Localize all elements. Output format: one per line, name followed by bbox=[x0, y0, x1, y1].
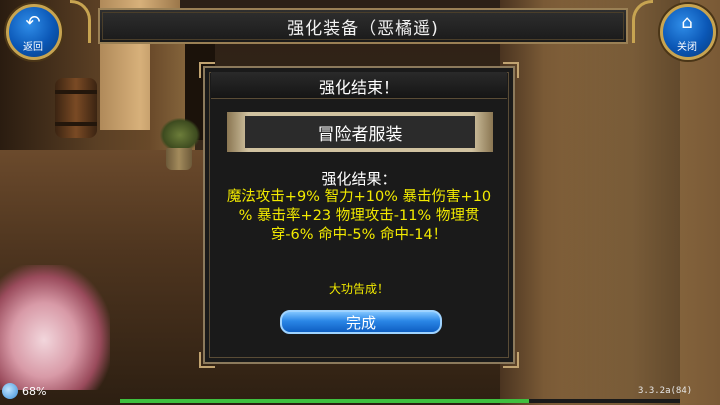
result-line: 魔法攻击+9% 智力+10% 暴击伤害+10 bbox=[226, 189, 492, 205]
back-arrow-icon: ↶ bbox=[25, 12, 41, 33]
battery-icon bbox=[2, 383, 18, 399]
result-line: 穿-6% 命中-5% 命中-14！ bbox=[270, 227, 448, 243]
back-button-label: 返回 bbox=[23, 42, 43, 53]
page-title: 强化装备（恶橘遥) bbox=[287, 18, 439, 39]
confirm-button[interactable]: 完成 bbox=[280, 310, 442, 334]
result-heading: 强化结果： bbox=[321, 170, 397, 188]
item-name-plate: 冒险者服装 bbox=[227, 112, 493, 152]
close-button-label: 关闭 bbox=[677, 42, 697, 53]
plant-pot-prop bbox=[166, 148, 192, 170]
close-button[interactable]: ⌂ 关闭 bbox=[654, 0, 720, 66]
experience-bar bbox=[120, 399, 680, 403]
back-button[interactable]: ↶ 返回 bbox=[0, 0, 66, 66]
barrel-prop bbox=[55, 78, 97, 138]
dialog-corner-ornament bbox=[199, 352, 215, 368]
battery-status: 68% bbox=[2, 382, 46, 400]
success-message: 大功告成！ bbox=[328, 282, 389, 296]
dialog-corner-ornament bbox=[503, 352, 519, 368]
experience-bar-fill bbox=[120, 399, 529, 403]
plant-prop bbox=[160, 118, 200, 152]
version-label: 3.3.2a(84) bbox=[638, 386, 693, 396]
item-name: 冒险者服装 bbox=[317, 124, 403, 145]
result-line: % 暴击率+23 物理攻击-11% 物理贯 bbox=[238, 208, 480, 224]
enhance-result-dialog: 强化结束！ 冒险者服装 强化结果： 魔法攻击+9% 智力+10% 暴击伤害+10… bbox=[199, 62, 519, 368]
home-icon: ⌂ bbox=[681, 12, 693, 33]
confirm-button-label: 完成 bbox=[345, 313, 376, 332]
dialog-title: 强化结束！ bbox=[318, 78, 399, 97]
battery-percent: 68% bbox=[22, 384, 47, 398]
title-bar: 强化装备（恶橘遥) bbox=[98, 8, 628, 44]
result-stats: 魔法攻击+9% 智力+10% 暴击伤害+10 % 暴击率+23 物理攻击-11%… bbox=[215, 188, 503, 245]
player-character bbox=[0, 265, 110, 390]
item-name-inner: 冒险者服装 bbox=[245, 116, 475, 148]
